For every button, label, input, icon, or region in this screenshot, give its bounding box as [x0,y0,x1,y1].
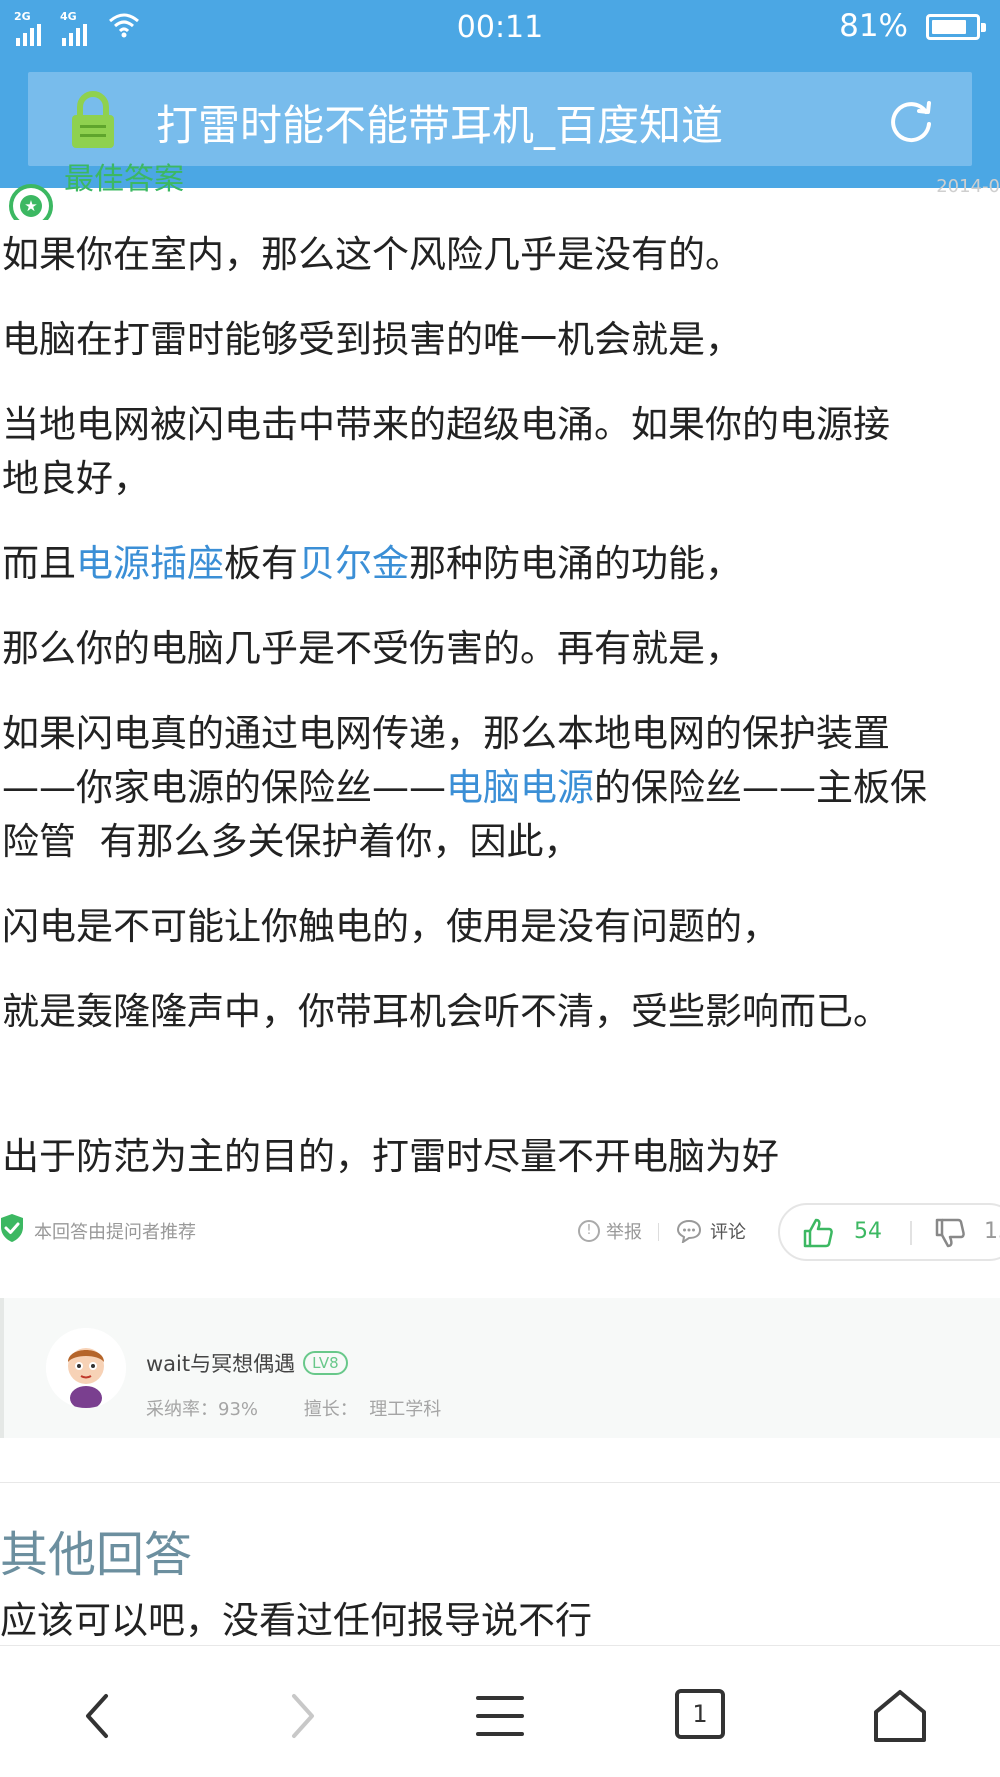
answer-text: 板有 [224,542,298,585]
answer-text: 的保险丝——主板保 [594,766,927,809]
answerer-card[interactable]: wait与冥想偶遇 LV8 采纳率：93% 擅长： 理工学科 [0,1298,1000,1438]
status-bar: 2G 4G 00:11 81% [0,0,1000,56]
bottom-nav: 1 [0,1645,1000,1777]
link-pc-power-supply[interactable]: 电脑电源 [446,766,594,809]
answer-text: 那种防电涌的功能， [409,542,742,585]
expertise: 擅长： 理工学科 [303,1399,442,1420]
report-label: 举报 [606,1222,642,1243]
other-answers-title: 其他回答 [0,1527,193,1583]
best-answer-content: 如果你在室内，那么这个风险几乎是没有的。 电脑在打雷时能够受到损害的唯一机会就是… [0,228,1000,1215]
lock-icon [72,91,114,148]
answer-paragraph: 当地电网被闪电击中带来的超级电涌。如果你的电源接 地良好， [2,398,1000,506]
answerer-stats: 采纳率：93% 擅长： 理工学科 [146,1395,481,1421]
level-badge: LV8 [303,1351,348,1375]
home-icon[interactable] [870,1686,930,1746]
upvote-count: 54 [854,1219,882,1244]
answer-paragraph: 就是轰隆隆声中，你带耳机会听不清，受些影响而已。 [2,990,890,1033]
best-answer-header: ★ 最佳答案 2014-0 [0,160,1000,220]
answer-paragraph: 而且电源插座板有贝尔金那种防电涌的功能， [2,537,1000,591]
comment-icon [676,1219,702,1243]
address-bar[interactable]: 打雷时能不能带耳机_百度知道 [28,72,972,166]
adoption-rate: 采纳率：93% [146,1399,259,1420]
thumbs-up-icon[interactable] [802,1217,834,1249]
section-divider [0,1482,1000,1483]
answer-actions: 本回答由提问者推荐 ! 举报 评论 54 15 [0,1203,1000,1261]
answer-line: 地良好， [2,457,150,500]
answer-paragraph: 出于防范为主的目的，打雷时尽量不开电脑为好 [2,1135,779,1178]
answer-paragraph: 电脑在打雷时能够受到损害的唯一机会就是， [2,318,742,361]
page-title[interactable]: 打雷时能不能带耳机_百度知道 [156,92,723,153]
link-power-socket[interactable]: 电源插座 [76,542,224,585]
vote-divider [910,1221,912,1245]
battery-percent: 81% [839,8,908,44]
divider [658,1223,659,1241]
answer-line: 险管 有那么多关保护着你，因此， [2,820,581,863]
answer-line: 当地电网被闪电击中带来的超级电涌。如果你的电源接 [2,403,890,446]
answer-paragraph: 如果你在室内，那么这个风险几乎是没有的。 [2,233,742,276]
answerer-name[interactable]: wait与冥想偶遇 [146,1348,295,1378]
back-icon[interactable] [70,1686,130,1746]
answerer-name-row: wait与冥想偶遇 LV8 [146,1348,348,1378]
forward-icon[interactable] [270,1686,330,1746]
comment-label: 评论 [710,1222,746,1243]
tab-count: 1 [692,1700,708,1728]
answer-paragraph: 那么你的电脑几乎是不受伤害的。再有就是， [2,627,742,670]
report-button[interactable]: ! 举报 [578,1218,642,1244]
tabs-icon: 1 [675,1689,725,1739]
comment-button[interactable]: 评论 [676,1218,746,1244]
answer-text: 而且 [2,542,76,585]
best-answer-label: 最佳答案 [64,162,184,197]
answer-line: 如果闪电真的通过电网传递，那么本地电网的保护装置 [2,712,890,755]
answer-date: 2014-0 [936,176,1000,197]
avatar[interactable] [46,1328,126,1408]
thumbs-down-icon[interactable] [934,1217,966,1249]
answer-text: ——你家电源的保险丝—— [2,766,446,809]
tabs-button[interactable]: 1 [672,1686,732,1746]
answer-paragraph: 闪电是不可能让你触电的，使用是没有问题的， [2,905,779,948]
vote-box: 54 15 [778,1203,1000,1261]
best-answer-star-icon: ★ [9,184,53,220]
link-belkin[interactable]: 贝尔金 [298,542,409,585]
reload-icon[interactable] [886,96,936,146]
report-icon: ! [578,1220,600,1242]
battery-icon [926,14,986,40]
menu-icon[interactable] [470,1686,530,1746]
other-answer-text[interactable]: 应该可以吧，没看过任何报导说不行 [0,1590,592,1644]
shield-check-icon [1,1214,23,1242]
answer-paragraph: 如果闪电真的通过电网传递，那么本地电网的保护装置 ——你家电源的保险丝——电脑电… [2,707,1000,869]
recommended-note: 本回答由提问者推荐 [34,1222,196,1243]
downvote-count: 15 [984,1219,1000,1244]
